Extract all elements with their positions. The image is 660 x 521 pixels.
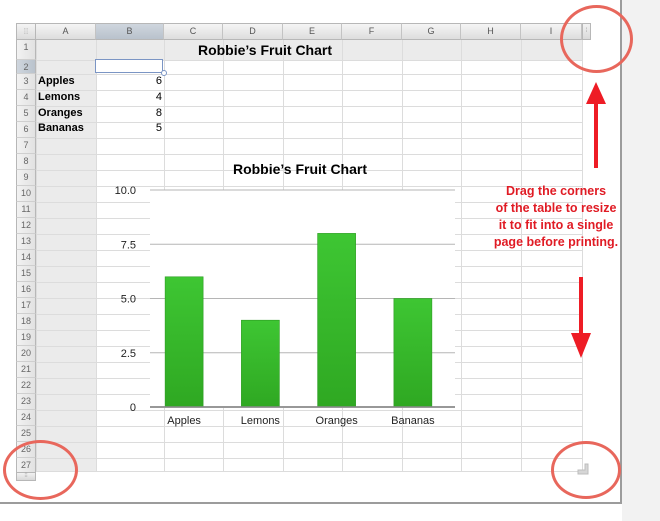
column-header-a[interactable]: A	[36, 23, 96, 40]
grid-vline	[36, 40, 37, 472]
cell-label-oranges[interactable]: Oranges	[38, 105, 83, 121]
highlight-circle-top-right	[560, 5, 633, 73]
cell-label-bananas[interactable]: Bananas	[38, 120, 84, 136]
row-header-9[interactable]: 9	[16, 170, 36, 186]
note-line: Drag the corners	[505, 184, 607, 198]
row-header-17[interactable]: 17	[16, 298, 36, 314]
row-header-11[interactable]: 11	[16, 202, 36, 218]
row-header-8[interactable]: 8	[16, 154, 36, 170]
x-tick-label: Oranges	[316, 415, 359, 427]
bar-chart[interactable]: 0 2.5 5.0 7.5 10.0 Apples Lemons Oranges Bananas	[100, 178, 470, 438]
row-header-10[interactable]: 10	[16, 186, 36, 202]
row-header-20[interactable]: 20	[16, 346, 36, 362]
grid-vline	[582, 40, 583, 472]
column-header-e[interactable]: E	[283, 23, 342, 40]
column-header-d[interactable]: D	[223, 23, 283, 40]
cell-value-oranges[interactable]: 8	[96, 105, 162, 121]
column-header-c[interactable]: C	[164, 23, 223, 40]
row-header-1[interactable]: 1	[16, 40, 36, 60]
x-tick-label: Bananas	[391, 415, 435, 427]
column-header-h[interactable]: H	[461, 23, 521, 40]
row-header-4[interactable]: 4	[16, 90, 36, 106]
window-edge-right	[620, 0, 622, 505]
arrow-down-icon	[571, 277, 591, 358]
row-header-7[interactable]: 7	[16, 138, 36, 154]
grid-hline	[36, 471, 582, 472]
instruction-note: Drag the corners of the table to resize …	[475, 183, 637, 251]
note-line: it to fit into a single	[498, 218, 614, 232]
selected-cell-b2[interactable]	[95, 59, 163, 73]
bar-oranges[interactable]	[317, 233, 356, 408]
bar-lemons[interactable]	[241, 319, 280, 408]
row-headers: 1 2 3 4 5 6 7 8 9 10 11 12 13 14 15 16 17 18 19 20 21 22 23 24 2…	[16, 40, 36, 474]
grid-hline	[36, 154, 582, 155]
row-header-13[interactable]: 13	[16, 234, 36, 250]
y-tick-label: 0	[130, 402, 136, 414]
row-header-21[interactable]: 21	[16, 362, 36, 378]
row-header-2[interactable]: 2	[16, 60, 36, 74]
bar-apples[interactable]	[164, 276, 204, 408]
grid-hline	[36, 442, 582, 443]
row-header-5[interactable]: 5	[16, 106, 36, 122]
window-gutter	[622, 0, 660, 521]
y-tick-label: 10.0	[115, 185, 136, 197]
grid-hline	[36, 138, 582, 139]
cell-value-apples[interactable]: 6	[96, 73, 162, 89]
note-line: of the table to resize	[495, 201, 617, 215]
column-header-f[interactable]: F	[342, 23, 402, 40]
row-header-14[interactable]: 14	[16, 250, 36, 266]
x-tick-label: Lemons	[241, 415, 281, 427]
resize-corner-icon[interactable]	[577, 463, 589, 475]
column-header-g[interactable]: G	[402, 23, 461, 40]
row-header-19[interactable]: 19	[16, 330, 36, 346]
row-header-23[interactable]: 23	[16, 394, 36, 410]
row-header-22[interactable]: 22	[16, 378, 36, 394]
row-header-12[interactable]: 12	[16, 218, 36, 234]
row-header-24[interactable]: 24	[16, 410, 36, 426]
highlight-circle-bottom-left	[3, 440, 78, 500]
x-tick-label: Apples	[167, 415, 201, 427]
select-all-corner[interactable]: ⁞⁞	[16, 23, 36, 40]
cell-label-apples[interactable]: Apples	[38, 73, 75, 89]
grid-vline	[521, 40, 522, 472]
y-tick-label: 2.5	[121, 348, 136, 360]
cell-value-bananas[interactable]: 5	[96, 120, 162, 136]
y-tick-label: 5.0	[121, 294, 136, 306]
row-header-16[interactable]: 16	[16, 282, 36, 298]
y-tick-label: 7.5	[121, 239, 136, 251]
row-header-15[interactable]: 15	[16, 266, 36, 282]
arrow-up-icon	[586, 82, 606, 168]
chart-title[interactable]: Robbie’s Fruit Chart	[150, 160, 450, 178]
row-header-6[interactable]: 6	[16, 122, 36, 138]
grid-hline	[36, 458, 582, 459]
window-bottom-strip	[0, 504, 622, 521]
bar-bananas[interactable]	[393, 298, 433, 408]
column-header-b[interactable]: B	[96, 23, 164, 40]
table-title-cell[interactable]: Robbie’s Fruit Chart	[150, 41, 380, 59]
row-header-18[interactable]: 18	[16, 314, 36, 330]
column-headers: ⁞⁞ A B C D E F G H I ⁞	[16, 23, 591, 40]
cell-label-lemons[interactable]: Lemons	[38, 89, 80, 105]
cell-value-lemons[interactable]: 4	[96, 89, 162, 105]
note-line: page before printing.	[493, 235, 619, 249]
row-header-3[interactable]: 3	[16, 74, 36, 90]
